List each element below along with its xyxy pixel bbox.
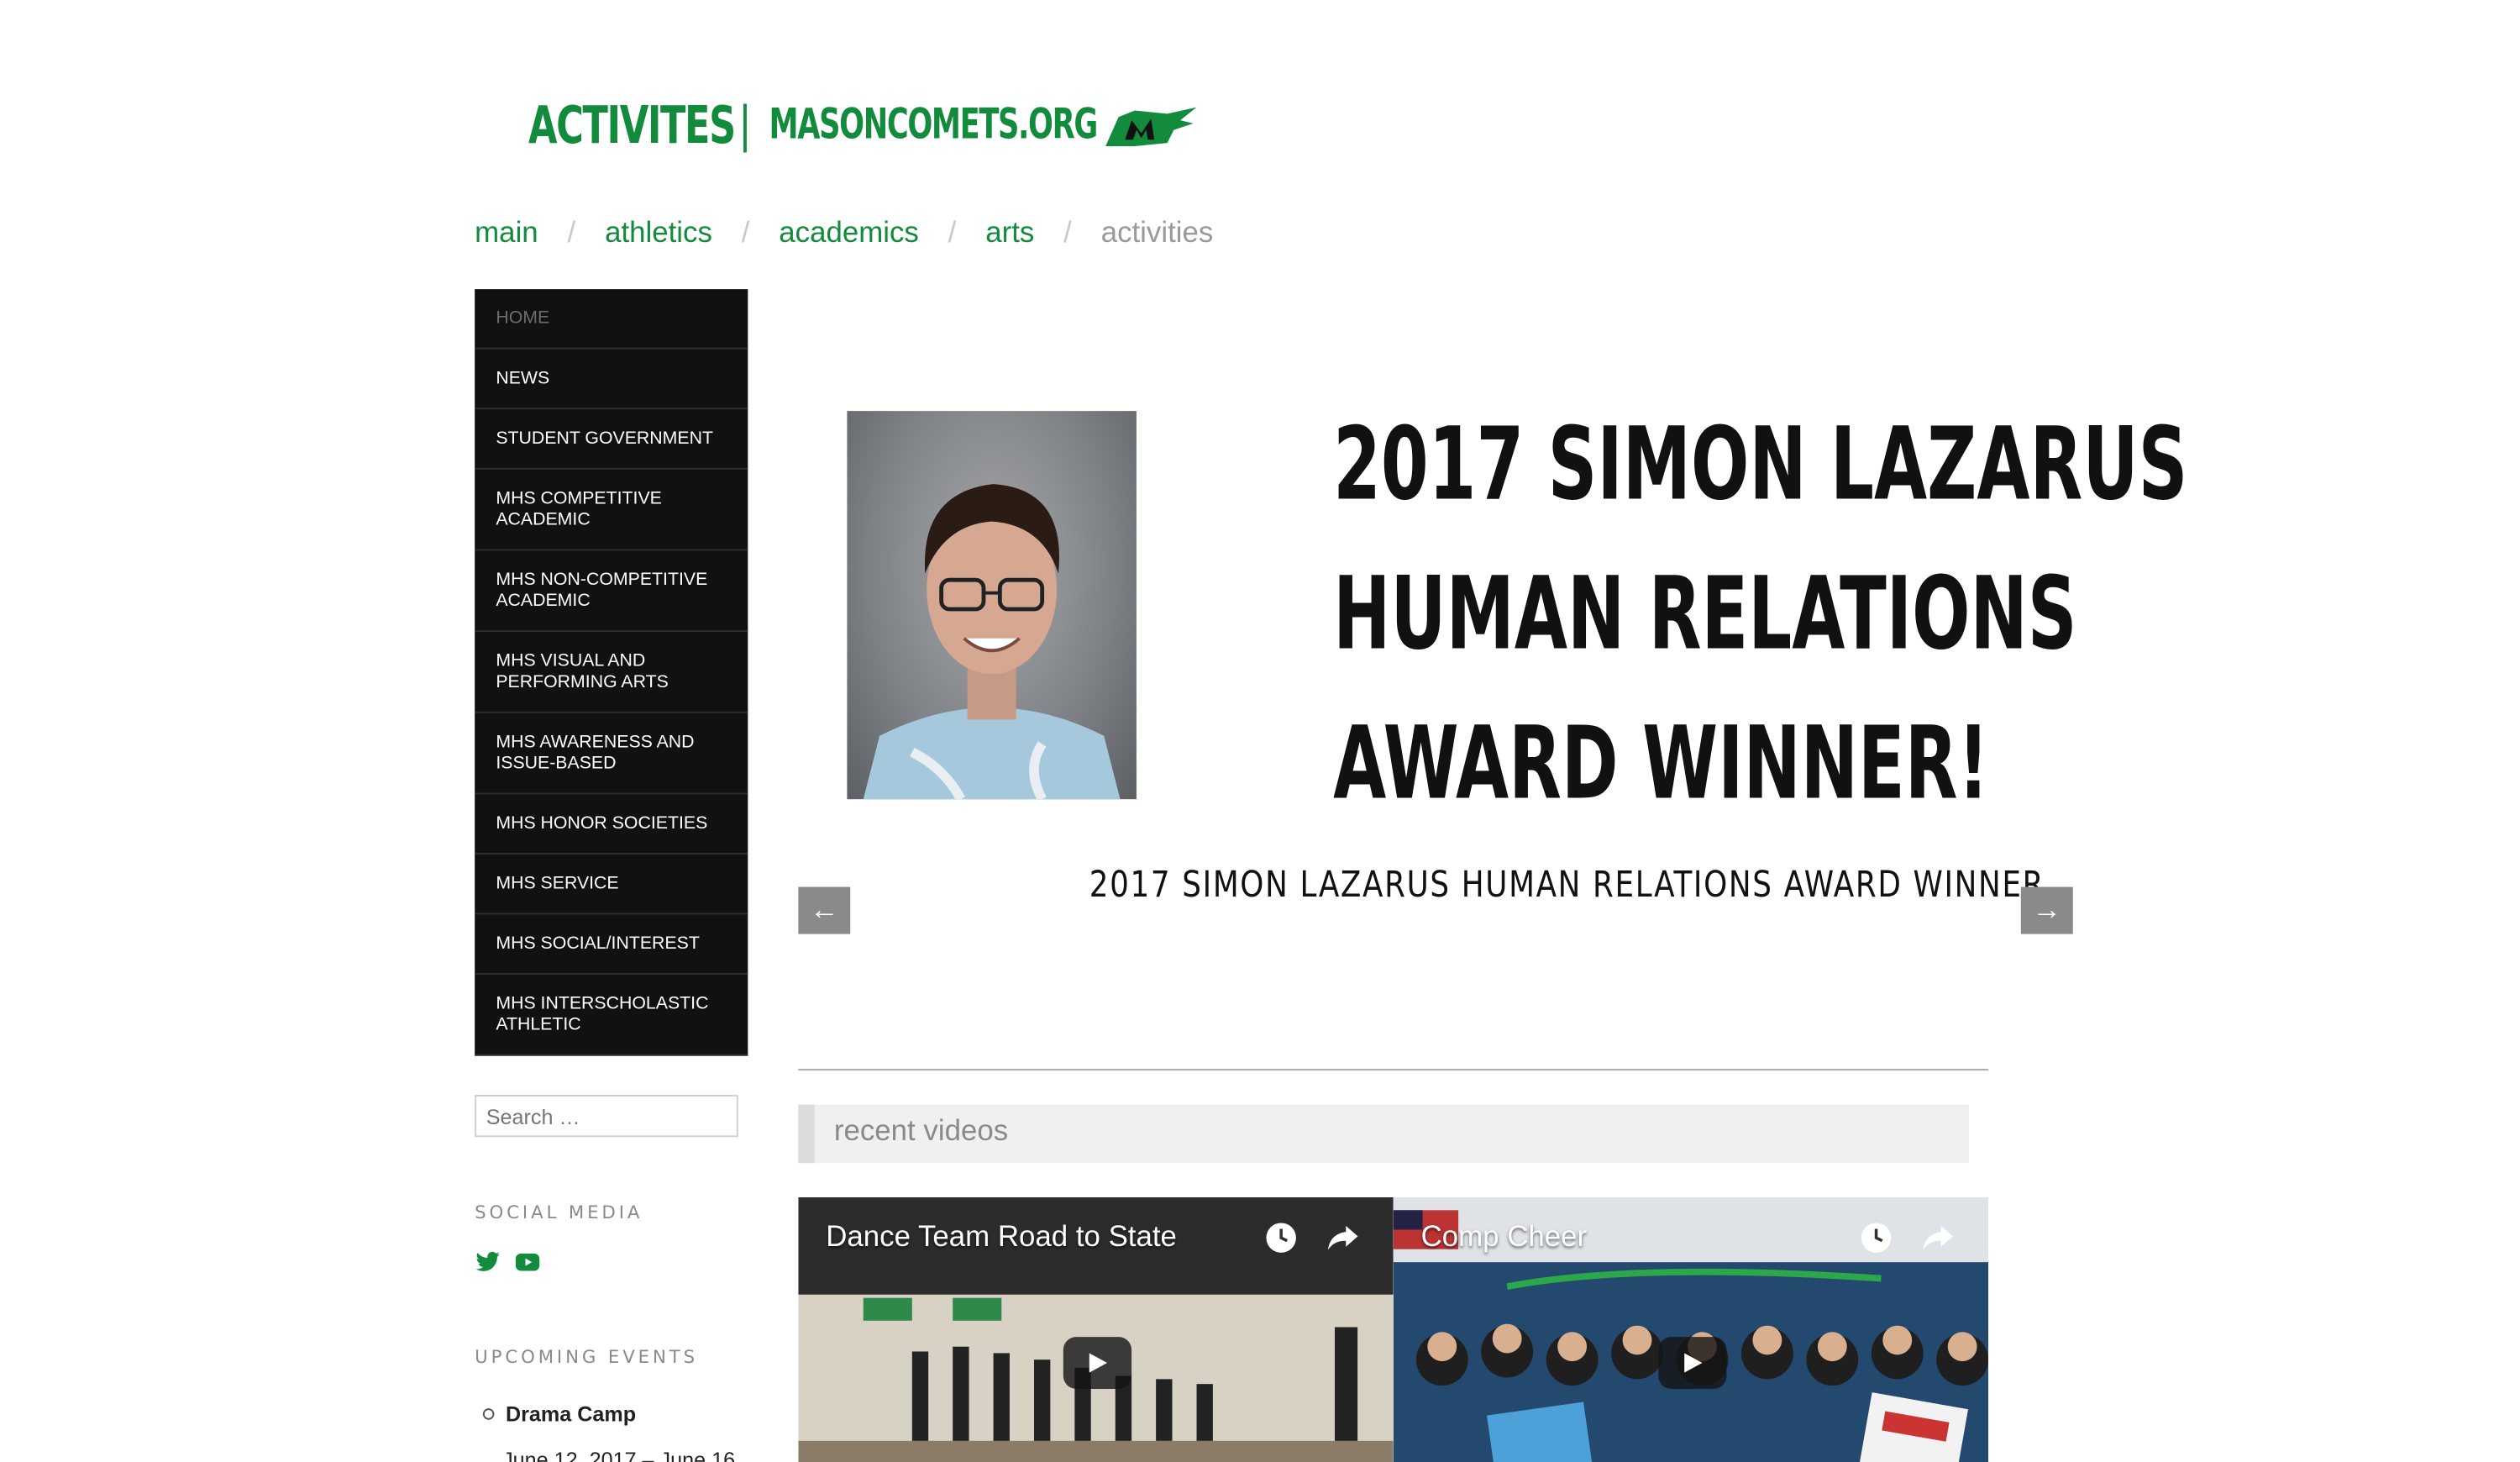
slide-caption[interactable]: 2017 SIMON LAZARUS HUMAN RELATIONS AWARD… [1089,865,2045,906]
slider-next-button[interactable]: → [2020,886,2073,934]
slider-prev-button[interactable]: ← [798,886,851,934]
sidebar-item-awareness-issue-based[interactable]: MHS AWARENESS AND ISSUE-BASED [475,713,748,795]
social-media-title: SOCIAL MEDIA [475,1202,643,1223]
arrow-left-icon: ← [809,893,839,926]
top-navigation: main / athletics / academics / arts / ac… [475,216,1213,250]
sidebar-item-home[interactable]: HOME [475,289,748,350]
sidebar-item-non-competitive-academic[interactable]: MHS NON-COMPETITIVE ACADEMIC [475,550,748,633]
sidebar-item-honor-societies[interactable]: MHS HONOR SOCIETIES [475,794,748,855]
video-card-dance-team[interactable]: Dance Team Road to State [798,1196,1394,1462]
nav-separator: / [567,216,576,249]
play-icon [1684,1353,1703,1373]
play-button[interactable] [1658,1337,1727,1389]
sidebar-item-service[interactable]: MHS SERVICE [475,855,748,915]
play-button[interactable] [1063,1337,1132,1389]
site-title-activities: ACTIVITES [528,94,736,156]
slide-headline-line2: HUMAN RELATIONS [1333,554,2077,673]
arrow-right-icon: → [2032,893,2062,926]
nav-separator: / [948,216,957,249]
event-item[interactable]: Drama Camp [482,1402,741,1427]
sidebar-menu: HOME NEWS STUDENT GOVERNMENT MHS COMPETI… [475,289,748,1056]
sidebar-item-competitive-academic[interactable]: MHS COMPETITIVE ACADEMIC [475,470,748,551]
video-title: Comp Cheer [1420,1219,1588,1253]
share-icon[interactable] [1919,1220,1957,1256]
slide-headline: 2017 SIMON LAZARUS HUMAN RELATIONS AWARD… [1203,390,2188,839]
sidebar-item-news[interactable]: NEWS [475,350,748,410]
social-icons [475,1249,541,1275]
nav-arts[interactable]: arts [985,216,1034,250]
nav-main[interactable]: main [475,216,538,250]
twitter-icon[interactable] [475,1249,501,1275]
site-title-domain: MASONCOMETS.ORG [769,100,1098,150]
nav-activities[interactable]: activities [1101,216,1214,250]
site-title[interactable]: ACTIVITES | MASONCOMETS.ORG [528,94,1098,156]
sidebar-item-visual-performing-arts[interactable]: MHS VISUAL AND PERFORMING ARTS [475,632,748,713]
search-input[interactable] [475,1095,738,1138]
video-card-comp-cheer[interactable]: Comp Cheer [1393,1196,1989,1462]
sidebar-item-student-government[interactable]: STUDENT GOVERNMENT [475,409,748,470]
sidebar-item-interscholastic-athletic[interactable]: MHS INTERSCHOLASTIC ATHLETIC [475,975,748,1056]
student-portrait-image [847,411,1137,800]
watch-later-icon[interactable] [1263,1220,1299,1256]
recent-videos-heading: recent videos [798,1104,1969,1164]
upcoming-events-title: UPCOMING EVENTS [475,1346,699,1368]
event-name: Drama Camp [505,1402,637,1427]
portrait-illustration [863,484,1121,800]
watch-later-icon[interactable] [1858,1220,1894,1256]
comet-m-logo-icon [1105,107,1197,146]
share-icon[interactable] [1323,1220,1362,1256]
upcoming-events-list: Drama Camp June 12, 2017 – June 16, [482,1402,742,1462]
sidebar-item-social-interest[interactable]: MHS SOCIAL/INTEREST [475,914,748,975]
nav-athletics[interactable]: athletics [605,216,712,250]
play-icon [1089,1353,1108,1373]
bullet-icon [482,1408,495,1420]
divider [798,1069,1989,1071]
slide-headline-line1: 2017 SIMON LAZARUS [1333,404,2188,523]
nav-separator: / [1063,216,1072,249]
slide-headline-line3: AWARD WINNER! [1333,703,1989,823]
youtube-icon[interactable] [514,1249,542,1275]
event-date: June 12, 2017 – June 16, [502,1447,742,1462]
nav-separator: / [741,216,750,249]
nav-academics[interactable]: academics [779,216,919,250]
video-title: Dance Team Road to State [826,1219,1177,1253]
site-title-separator: | [739,97,751,154]
